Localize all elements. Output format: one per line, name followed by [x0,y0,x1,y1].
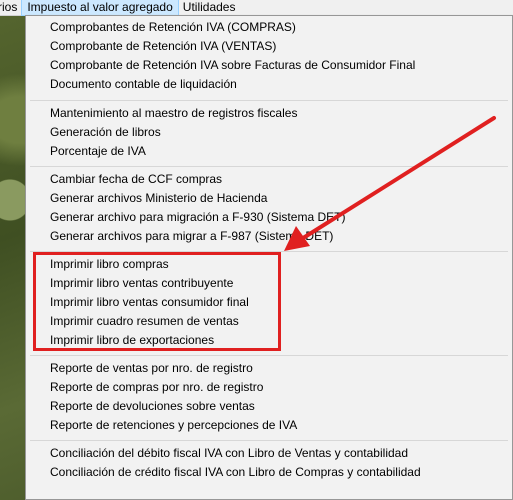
annotation-arrow-icon [284,116,496,251]
